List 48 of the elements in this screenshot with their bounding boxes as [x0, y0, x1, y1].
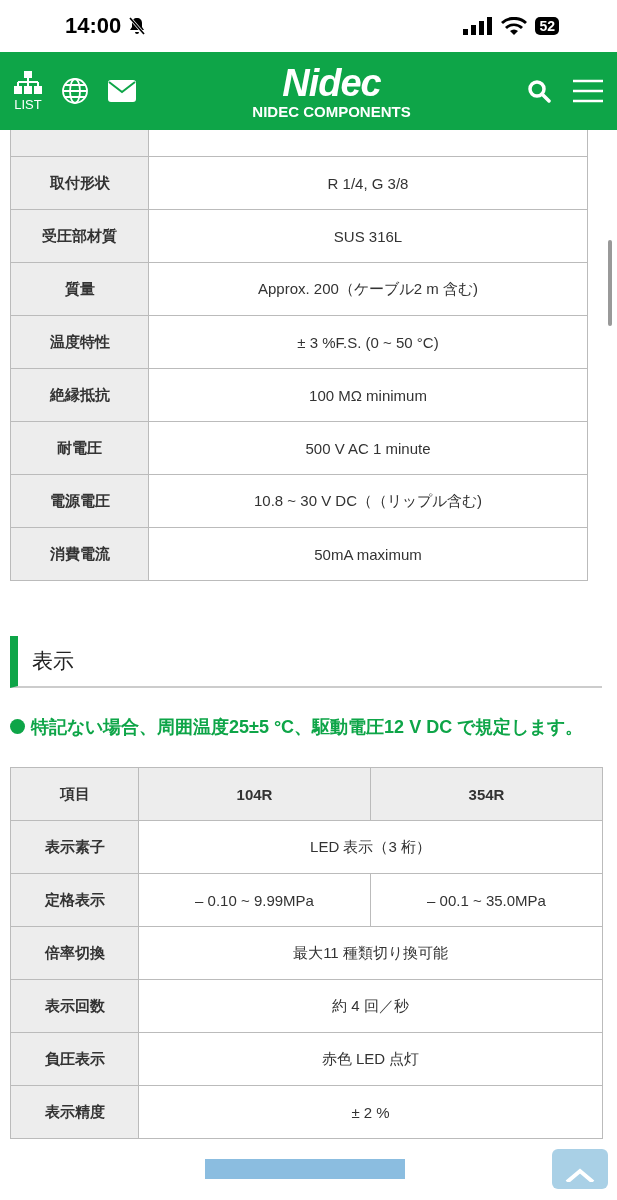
note-text: 特記ない場合、周囲温度25±5 °C、駆動電圧12 V DC で規定します。	[31, 717, 584, 737]
globe-icon[interactable]	[62, 78, 88, 104]
menu-icon[interactable]	[573, 79, 603, 103]
row-label: 負圧表示	[11, 1033, 139, 1086]
row-label: 倍率切換	[11, 927, 139, 980]
row-label: 消費電流	[11, 528, 149, 581]
search-icon[interactable]	[527, 79, 551, 103]
logo-subtitle: NIDEC COMPONENTS	[252, 102, 411, 120]
table-cell: 10.8 ~ 30 V DC（（リップル含む)	[149, 475, 588, 528]
section-heading: 表示	[10, 636, 602, 688]
row-label: 取付形状	[11, 157, 149, 210]
back-to-top-button[interactable]	[552, 1149, 608, 1189]
table-cell: 50mA maximum	[149, 528, 588, 581]
table-cell: – 00.1 ~ 35.0MPa	[371, 874, 603, 927]
row-label: 温度特性	[11, 316, 149, 369]
table-cell: 100 MΩ minimum	[149, 369, 588, 422]
table-cell: Approx. 200（ケーブル2 m 含む)	[149, 263, 588, 316]
table-cell: ± 2 %	[139, 1086, 603, 1139]
row-label: 絶縁抵抗	[11, 369, 149, 422]
mail-icon[interactable]	[108, 80, 136, 102]
table-cell: 約 4 回／秒	[139, 980, 603, 1033]
row-label: 表示素子	[11, 821, 139, 874]
row-label: 表示精度	[11, 1086, 139, 1139]
row-label: 受圧部材質	[11, 210, 149, 263]
row-label: 表示回数	[11, 980, 139, 1033]
bullet-icon	[10, 719, 25, 734]
status-time: 14:00	[65, 13, 122, 39]
battery-level: 52	[535, 17, 559, 35]
column-header: 354R	[371, 768, 603, 821]
column-header: 104R	[139, 768, 371, 821]
signal-icon	[463, 17, 494, 35]
row-label: 質量	[11, 263, 149, 316]
table-cell: R 1/4, G 3/8	[149, 157, 588, 210]
table-cell: 500 V AC 1 minute	[149, 422, 588, 475]
logo[interactable]: Nidec	[282, 62, 381, 103]
chevron-up-icon	[565, 1167, 595, 1182]
list-button[interactable]: LIST	[14, 70, 42, 112]
row-label: 電源電圧	[11, 475, 149, 528]
column-header: 項目	[11, 768, 139, 821]
row-label: 耐電圧	[11, 422, 149, 475]
table-cell: SUS 316L	[149, 210, 588, 263]
table-cell: ± 3 %F.S. (0 ~ 50 °C)	[149, 316, 588, 369]
row-label: 定格表示	[11, 874, 139, 927]
table-cell: 赤色 LED 点灯	[139, 1033, 603, 1086]
table-cell: LED 表示（3 桁）	[139, 821, 603, 874]
wifi-icon	[501, 17, 528, 35]
table-cell: – 0.10 ~ 9.99MPa	[139, 874, 371, 927]
table-cell: 最大11 種類切り換可能	[139, 927, 603, 980]
